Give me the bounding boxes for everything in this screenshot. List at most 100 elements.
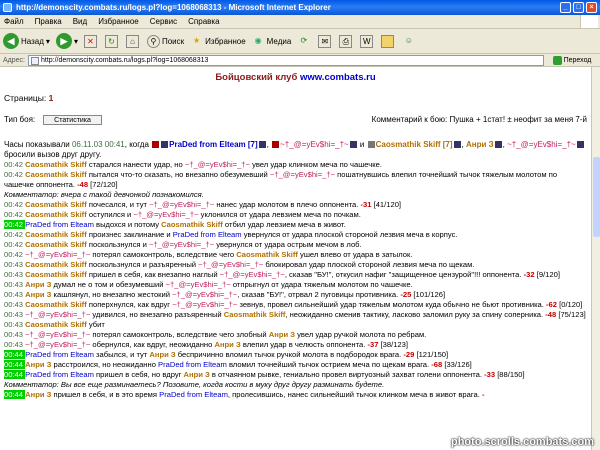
refresh-button[interactable]: ↻ [104, 34, 120, 48]
log-text: потерял самоконтроль, вследствие чего зл… [90, 330, 269, 339]
log-text: отбил удар левзием меча в живот. [222, 220, 346, 229]
player-caosmathik[interactable]: Caosmathik Skiff [161, 220, 223, 229]
player-caosmathik[interactable]: Caosmathik Skiff [25, 230, 87, 239]
player-caosmathik[interactable]: Caosmathik Skiff [25, 260, 87, 269]
folder-button[interactable] [381, 34, 396, 48]
print-button[interactable]: ⎙ [339, 34, 354, 48]
player-yevshi[interactable]: ~†_@=yEv$hi=_†~ [25, 330, 90, 339]
clan-icon [367, 141, 375, 149]
log-time: 00:42 [4, 160, 26, 169]
player-praded[interactable]: PraDed from Elteam [7] [169, 140, 257, 149]
player-caosmathik[interactable]: Caosmathik Skiff [25, 160, 87, 169]
player-caosmathik[interactable]: Caosmathik Skiff [7] [376, 140, 453, 149]
star-icon: ★ [193, 35, 201, 45]
history-button[interactable]: ⟳ [297, 35, 312, 48]
player-caosmathik[interactable]: Caosmathik Skiff [25, 170, 87, 179]
player-anri[interactable]: Анри З [25, 290, 51, 299]
page-number[interactable]: 1 [49, 93, 54, 103]
player-yevshi[interactable]: ~†_@=yEv$hi=_†~ [172, 300, 237, 309]
vertical-scrollbar[interactable] [591, 67, 600, 450]
player-yevshi[interactable]: ~†_@=yEv$hi=_†~ [220, 270, 285, 279]
media-button[interactable]: ◉ Медиа [252, 35, 292, 48]
stats-button[interactable]: Статистика [43, 114, 102, 125]
player-caosmathik[interactable]: Caosmathik Skiff [25, 270, 87, 279]
info-icon[interactable] [576, 141, 584, 149]
commentator-line: Комментатор: Вы все еще разминаетесь? По… [4, 380, 587, 390]
maximize-icon[interactable]: □ [573, 2, 584, 13]
log-line: 00:42 Caosmathik Skiff произнес заклинан… [4, 230, 587, 240]
player-yevshi[interactable]: ~†_@=yEv$hi=_†~ [25, 310, 90, 319]
scrollbar-thumb[interactable] [593, 157, 600, 237]
battle-meta-row: Тип боя: Статистика Комментарий к бою: П… [4, 113, 587, 126]
player-yevshi[interactable]: ~†_@=yEv$hi=_†~ [198, 260, 263, 269]
player-praded[interactable]: PraDed from Elteam [25, 370, 94, 379]
player-yevshi[interactable]: ~†_@=yEv$hi=_†~ [25, 250, 90, 259]
info-icon[interactable] [349, 141, 357, 149]
log-text: обернулся, как вдруг, неожиданно [90, 340, 215, 349]
club-link[interactable]: www.combats.ru [300, 72, 376, 83]
log-text: , неожиданно сменив тактику, ласково зал… [285, 310, 546, 319]
player-caosmathik[interactable]: Caosmathik Skiff [25, 240, 87, 249]
info-icon[interactable] [258, 141, 266, 149]
favorites-button[interactable]: ★ Избранное [190, 35, 246, 48]
log-text: Комментатор: Вы все еще разминаетесь? По… [4, 380, 385, 389]
search-button[interactable]: ⚲ Поиск [146, 34, 184, 48]
messenger-button[interactable]: ☺ [402, 35, 417, 48]
player-caosmathik[interactable]: Caosmathik Skiff [224, 310, 286, 319]
menu-view[interactable]: Вид [73, 17, 87, 26]
player-anri[interactable]: Анри З [25, 390, 51, 399]
player-praded[interactable]: PraDed from Elteam [158, 360, 227, 369]
player-anri[interactable]: Анри З [25, 360, 51, 369]
player-caosmathik[interactable]: Caosmathik Skiff [25, 210, 87, 219]
menu-edit[interactable]: Правка [35, 17, 62, 26]
player-yevshi[interactable]: ~†_@=yEv$hi=_†~ [149, 200, 214, 209]
home-button[interactable]: ⌂ [125, 34, 141, 48]
player-praded[interactable]: PraDed from Elteam [25, 350, 94, 359]
go-button[interactable]: Переход [544, 55, 600, 65]
player-yevshi[interactable]: ~†_@=yEv$hi=_†~ [507, 140, 576, 149]
info-icon[interactable] [494, 141, 502, 149]
menu-tools[interactable]: Сервис [150, 17, 177, 26]
clan-icon [152, 141, 160, 149]
player-yevshi[interactable]: ~†_@=yEv$hi=_†~ [133, 210, 198, 219]
log-text: увел удар клинком меча по чашечке. [249, 160, 382, 169]
player-anri[interactable]: Анри З [214, 340, 240, 349]
info-icon[interactable] [453, 141, 461, 149]
back-button[interactable]: ◀ Назад ▾ [3, 33, 50, 49]
hp-value: [75/123] [556, 310, 586, 319]
menu-help[interactable]: Справка [188, 17, 219, 26]
menu-file[interactable]: Файл [4, 17, 24, 26]
player-yevshi[interactable]: ~†_@=yEv$hi=_†~ [166, 280, 231, 289]
player-praded[interactable]: PraDed from Elteam [173, 230, 242, 239]
player-yevshi[interactable]: ~†_@=yEv$hi=_†~ [172, 290, 237, 299]
edit-button[interactable]: W [360, 34, 375, 48]
player-anri[interactable]: Анри З [184, 370, 210, 379]
player-caosmathik[interactable]: Caosmathik Skiff [25, 320, 87, 329]
log-text: забылся, и тут [93, 350, 150, 359]
menu-favorites[interactable]: Избранное [98, 17, 139, 26]
player-anri[interactable]: Анри З [25, 280, 51, 289]
log-line: 00:42 Caosmathik Skiff пытался что-то ск… [4, 170, 587, 190]
stop-button[interactable]: ✕ [83, 34, 99, 48]
player-yevshi[interactable]: ~†_@=yEv$hi=_†~ [25, 340, 90, 349]
player-praded[interactable]: PraDed from Elteam [159, 390, 228, 399]
player-praded[interactable]: PraDed from Elteam [25, 220, 94, 229]
mail-button[interactable]: ✉ [318, 34, 333, 48]
player-yevshi[interactable]: ~†_@=yEv$hi=_†~ [185, 160, 250, 169]
player-anri[interactable]: Анри З [466, 140, 494, 149]
player-anri[interactable]: Анри З [269, 330, 295, 339]
minimize-icon[interactable]: _ [560, 2, 571, 13]
player-anri[interactable]: Анри З [149, 350, 175, 359]
player-yevshi[interactable]: ~†_@=yEv$hi=_†~ [270, 170, 335, 179]
player-caosmathik[interactable]: Caosmathik Skiff [25, 300, 87, 309]
player-caosmathik[interactable]: Caosmathik Skiff [25, 200, 87, 209]
forward-button[interactable]: ▶ ▾ [55, 33, 78, 49]
log-line: 00:43 Caosmathik Skiff пришел в себя, ка… [4, 270, 587, 280]
damage-value: - [481, 390, 485, 399]
close-icon[interactable]: × [586, 2, 597, 13]
address-input[interactable]: http://demonscity.combats.ru/logs.pl?log… [27, 54, 544, 66]
player-yevshi[interactable]: ~†_@=yEv$hi=_†~ [149, 240, 214, 249]
damage-value: -48 [545, 310, 557, 319]
player-yevshi[interactable]: ~†_@=yEv$hi=_†~ [280, 140, 349, 149]
player-caosmathik[interactable]: Caosmathik Skiff [236, 250, 298, 259]
